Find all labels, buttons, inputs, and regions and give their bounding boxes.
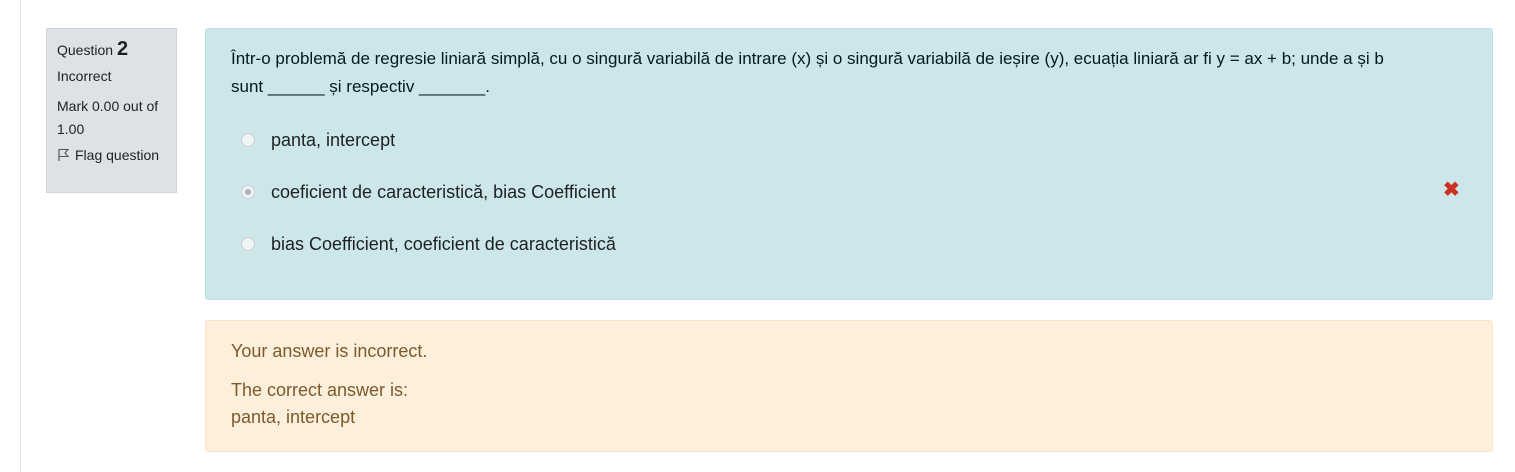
right-answer-label: The correct answer is:: [231, 380, 409, 400]
question-grade: Mark 0.00 out of 1.00: [57, 98, 159, 137]
question-number-value: 2: [117, 38, 129, 60]
answer-radio-1[interactable]: [241, 133, 255, 147]
right-answer-value: panta, intercept: [231, 407, 356, 427]
answer-option-3[interactable]: bias Coefficient, coeficient de caracter…: [231, 231, 1467, 257]
answer-option-2[interactable]: coeficient de caracteristică, bias Coeff…: [231, 179, 1467, 205]
flag-question-button[interactable]: Flag question: [57, 147, 166, 163]
question-text: Într-o problemă de regresie liniară simp…: [231, 49, 1384, 96]
answer-label-3: bias Coefficient, coeficient de caracter…: [271, 233, 616, 254]
question-state: Incorrect: [57, 68, 112, 84]
answer-label-1: panta, intercept: [271, 129, 396, 150]
answer-option-1[interactable]: panta, intercept: [231, 127, 1467, 153]
cross-icon: ✖: [1443, 179, 1460, 201]
question-number: Question 2: [57, 38, 166, 61]
answer-radio-2[interactable]: [241, 185, 255, 199]
question-label: Question: [57, 42, 114, 58]
general-feedback: Your answer is incorrect.: [231, 341, 428, 361]
question-info-panel: Question 2 Incorrect Mark 0.00 out of 1.…: [46, 28, 177, 193]
quiz-review-page: Question 2 Incorrect Mark 0.00 out of 1.…: [0, 0, 1515, 472]
question-formulation: Într-o problemă de regresie liniară simp…: [205, 28, 1493, 300]
answer-list: panta, intercept coeficient de caracteri…: [231, 127, 1467, 257]
answer-radio-3[interactable]: [241, 237, 255, 251]
flag-icon: [57, 148, 70, 162]
answer-label-2: coeficient de caracteristică, bias Coeff…: [271, 181, 616, 202]
divider: [20, 0, 21, 472]
feedback-panel: Your answer is incorrect. The correct an…: [205, 320, 1493, 452]
flag-question-label: Flag question: [75, 147, 160, 163]
